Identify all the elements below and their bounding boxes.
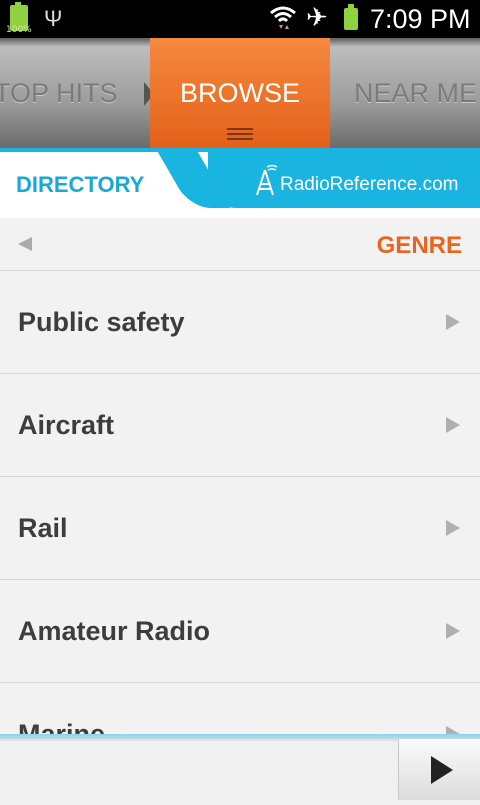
directory-title: DIRECTORY bbox=[16, 172, 145, 197]
chevron-right-icon bbox=[446, 314, 460, 330]
brand-logo-text: RadioReference.com bbox=[280, 174, 459, 195]
tab-label: TOP HITS bbox=[0, 77, 118, 108]
clock: 7:09 PM bbox=[370, 4, 471, 34]
battery-percent: 100% bbox=[6, 25, 32, 35]
directory-header: DIRECTORY RadioReference.com bbox=[0, 148, 480, 222]
list-item[interactable]: Rail bbox=[0, 477, 480, 580]
genre-list: Public safety Aircraft Rail Amateur Radi… bbox=[0, 271, 480, 736]
page-title: GENRE bbox=[376, 232, 462, 259]
list-item[interactable]: Aircraft bbox=[0, 374, 480, 477]
tab-bar: TOP HITS BROWSE NEAR ME bbox=[0, 38, 480, 148]
list-item[interactable]: Marine bbox=[0, 683, 480, 736]
play-icon bbox=[431, 756, 453, 784]
airplane-icon: ✈ bbox=[306, 2, 328, 32]
wifi-icon bbox=[268, 2, 298, 37]
mini-player bbox=[0, 733, 480, 805]
radio-tower-icon bbox=[256, 164, 278, 196]
tab-label: NEAR ME bbox=[354, 77, 478, 108]
list-item-label: Amateur Radio bbox=[18, 616, 211, 646]
back-arrow-icon[interactable] bbox=[18, 237, 32, 251]
drag-handle-icon bbox=[227, 128, 253, 140]
tab-top-hits[interactable]: TOP HITS bbox=[0, 38, 150, 148]
battery-icon bbox=[344, 4, 358, 30]
usb-icon: Ψ bbox=[44, 6, 63, 31]
list-item-label: Aircraft bbox=[18, 410, 115, 440]
chevron-right-icon bbox=[446, 520, 460, 536]
list-item-label: Rail bbox=[18, 513, 68, 543]
chevron-right-icon bbox=[446, 623, 460, 639]
brand-banner: RadioReference.com bbox=[208, 152, 480, 208]
nav-row: GENRE bbox=[0, 218, 480, 271]
tab-label: BROWSE bbox=[179, 77, 300, 108]
list-item[interactable]: Amateur Radio bbox=[0, 580, 480, 683]
play-button[interactable] bbox=[398, 739, 480, 800]
status-bar: 100% Ψ ✈ 7:09 PM bbox=[0, 0, 480, 38]
tab-browse[interactable]: BROWSE bbox=[150, 38, 330, 148]
tab-near-me[interactable]: NEAR ME bbox=[330, 38, 480, 148]
list-item[interactable]: Public safety bbox=[0, 271, 480, 374]
list-item-label: Public safety bbox=[18, 307, 185, 337]
chevron-right-icon bbox=[446, 417, 460, 433]
